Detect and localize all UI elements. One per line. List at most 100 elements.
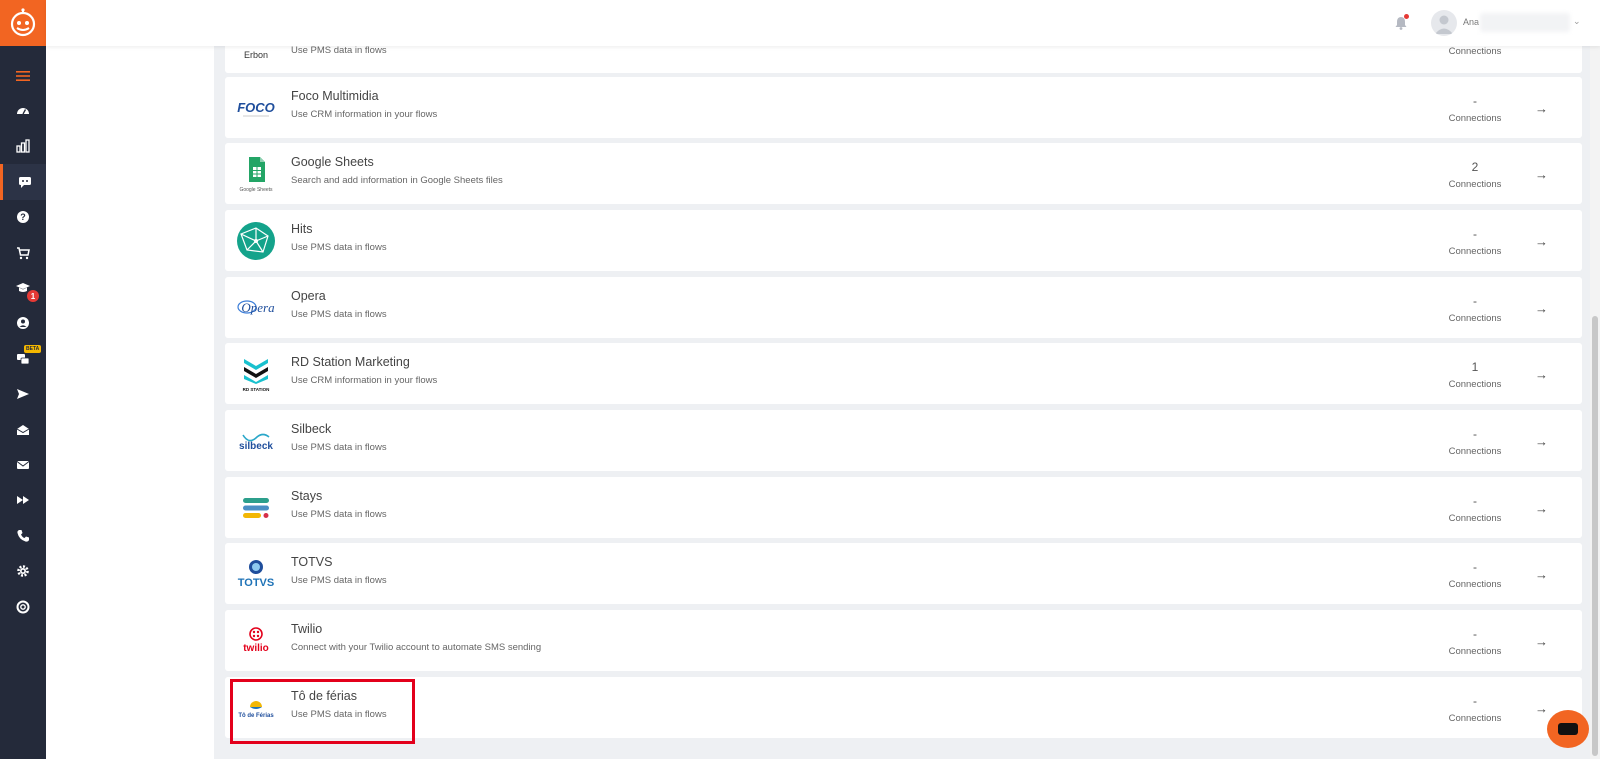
integration-title: RD Station Marketing: [291, 355, 410, 369]
connection-count: -: [1473, 494, 1477, 508]
arrow-right-icon[interactable]: →: [1535, 434, 1548, 449]
connections-label: Connections: [1448, 579, 1502, 590]
notification-count-badge: 1: [27, 290, 39, 303]
integration-title: Google Sheets: [291, 155, 374, 169]
sidebar-item-phone[interactable]: [0, 518, 46, 553]
opera-logo-text: Opera: [241, 300, 275, 315]
sidebar-item-conversations[interactable]: BETA: [0, 341, 46, 376]
scrollbar-thumb[interactable]: [1592, 316, 1598, 756]
arrow-right-icon[interactable]: →: [1535, 367, 1548, 382]
sidebar-item-contacts[interactable]: [0, 306, 46, 341]
integration-row-stays[interactable]: Stays Use PMS data in flows - Connection…: [225, 477, 1582, 538]
arrow-right-icon[interactable]: →: [1535, 567, 1548, 582]
integration-row-hits[interactable]: Hits Use PMS data in flows - Connections…: [225, 210, 1582, 271]
connections-label: Connections: [1448, 313, 1502, 324]
rd-station-logo: RD STATION: [235, 353, 277, 395]
arrow-right-icon[interactable]: →: [1535, 167, 1548, 182]
lifebuoy-icon: [16, 600, 30, 614]
silbeck-logo: silbeck: [235, 420, 277, 462]
connections-label: Connections: [1448, 179, 1502, 190]
sidebar-item-reports[interactable]: [0, 129, 46, 164]
integration-description: Search and add information in Google She…: [291, 175, 503, 186]
connections-label: Connections: [1448, 646, 1502, 657]
opera-logo: Opera: [235, 287, 277, 329]
sidebar-item-help[interactable]: ?: [0, 200, 46, 235]
to-de-ferias-logo: Tô de Férias: [235, 687, 277, 729]
sidebar-item-inbox[interactable]: [0, 412, 46, 447]
connection-count: -: [1473, 694, 1477, 708]
inbox-icon: [16, 424, 30, 435]
chat-bubble-icon: [1558, 723, 1578, 735]
sidebar-item-campaigns[interactable]: [0, 377, 46, 412]
integration-description: Use PMS data in flows: [291, 709, 387, 720]
connection-count: 1: [1471, 360, 1479, 374]
hits-logo: [235, 220, 277, 262]
arrow-right-icon[interactable]: →: [1535, 634, 1548, 649]
menu-icon: [16, 70, 30, 81]
integration-row-silbeck[interactable]: silbeck Silbeck Use PMS data in flows - …: [225, 410, 1582, 471]
integration-title: Silbeck: [291, 422, 332, 436]
sidebar-item-store[interactable]: [0, 235, 46, 270]
arrow-right-icon[interactable]: →: [1535, 234, 1548, 249]
sidebar-item-support[interactable]: [0, 589, 46, 624]
integration-row-twilio[interactable]: twilio Twilio Connect with your Twilio a…: [225, 610, 1582, 671]
arrow-right-icon[interactable]: →: [1535, 701, 1548, 716]
foco-logo: FOCO: [235, 87, 277, 129]
chat-bubbles-icon: [17, 353, 30, 365]
connection-count: 2: [1471, 160, 1479, 174]
arrow-right-icon[interactable]: →: [1535, 501, 1548, 516]
connections-label: Connections: [1448, 379, 1502, 390]
stays-logo: [235, 487, 277, 529]
integration-description: Use PMS data in flows: [291, 242, 387, 253]
integration-description: Connect with your Twilio account to auto…: [291, 642, 542, 653]
gear-icon: [17, 565, 29, 577]
default-avatar-icon: [1435, 15, 1453, 34]
integration-title: Stays: [291, 489, 323, 503]
google-sheets-logo-text: Google Sheets: [239, 187, 273, 193]
mail-icon: [16, 460, 30, 469]
connections-label: Connections: [1448, 513, 1502, 524]
sidebar-item-academy[interactable]: 1: [0, 270, 46, 305]
integration-row-opera[interactable]: Opera Opera Use PMS data in flows - Conn…: [225, 277, 1582, 338]
user-avatar[interactable]: [1431, 10, 1457, 36]
chat-widget-button[interactable]: [1547, 710, 1589, 748]
user-circle-icon: [17, 317, 29, 330]
menu-toggle-button[interactable]: [0, 58, 46, 93]
sidebar-item-settings[interactable]: [0, 553, 46, 588]
rd-station-logo-text: RD STATION: [243, 387, 270, 392]
sidebar-item-dashboard[interactable]: [0, 93, 46, 128]
sidebar-item-automation[interactable]: [0, 483, 46, 518]
connections-label: Connections: [1448, 446, 1502, 457]
send-icon: [17, 389, 29, 400]
integration-description: Use PMS data in flows: [291, 442, 387, 453]
integration-row-rd-station[interactable]: RD STATION RD Station Marketing Use CRM …: [225, 343, 1582, 404]
sidebar-item-chatbot[interactable]: [0, 164, 46, 200]
erbon-logo-text: Erbon: [244, 50, 268, 60]
sidebar: ? 1 BETA: [0, 0, 46, 759]
integration-title: Opera: [291, 289, 326, 303]
phone-icon: [17, 529, 29, 542]
top-bar: Ana ⌄: [46, 0, 1600, 46]
integration-row-totvs[interactable]: TOTVS TOTVS Use PMS data in flows - Conn…: [225, 543, 1582, 604]
chevron-down-icon[interactable]: ⌄: [1573, 16, 1581, 27]
secondary-panel: [46, 46, 214, 759]
connection-count: -: [1473, 227, 1477, 241]
integration-row-google-sheets[interactable]: Google Sheets Google Sheets Search and a…: [225, 143, 1582, 204]
integration-description: Use CRM information in your flows: [291, 109, 438, 120]
scrollbar[interactable]: [1590, 46, 1600, 759]
google-sheets-logo: Google Sheets: [235, 153, 277, 195]
integration-row-foco-multimidia[interactable]: FOCO Foco Multimidia Use CRM information…: [225, 77, 1582, 138]
user-name[interactable]: Ana: [1463, 17, 1479, 27]
connection-count: -: [1473, 427, 1477, 441]
app-logo[interactable]: [0, 0, 46, 46]
integration-row-to-de-ferias[interactable]: Tô de Férias Tô de férias Use PMS data i…: [225, 677, 1582, 738]
twilio-logo-text: twilio: [243, 643, 269, 654]
sidebar-item-email[interactable]: [0, 447, 46, 482]
connection-count: -: [1473, 94, 1477, 108]
arrow-right-icon[interactable]: →: [1535, 301, 1548, 316]
arrow-right-icon[interactable]: →: [1535, 101, 1548, 116]
totvs-logo: TOTVS: [235, 553, 277, 595]
connection-count: -: [1473, 627, 1477, 641]
integration-description: Use CRM information in your flows: [291, 375, 438, 386]
connection-count: -: [1473, 294, 1477, 308]
